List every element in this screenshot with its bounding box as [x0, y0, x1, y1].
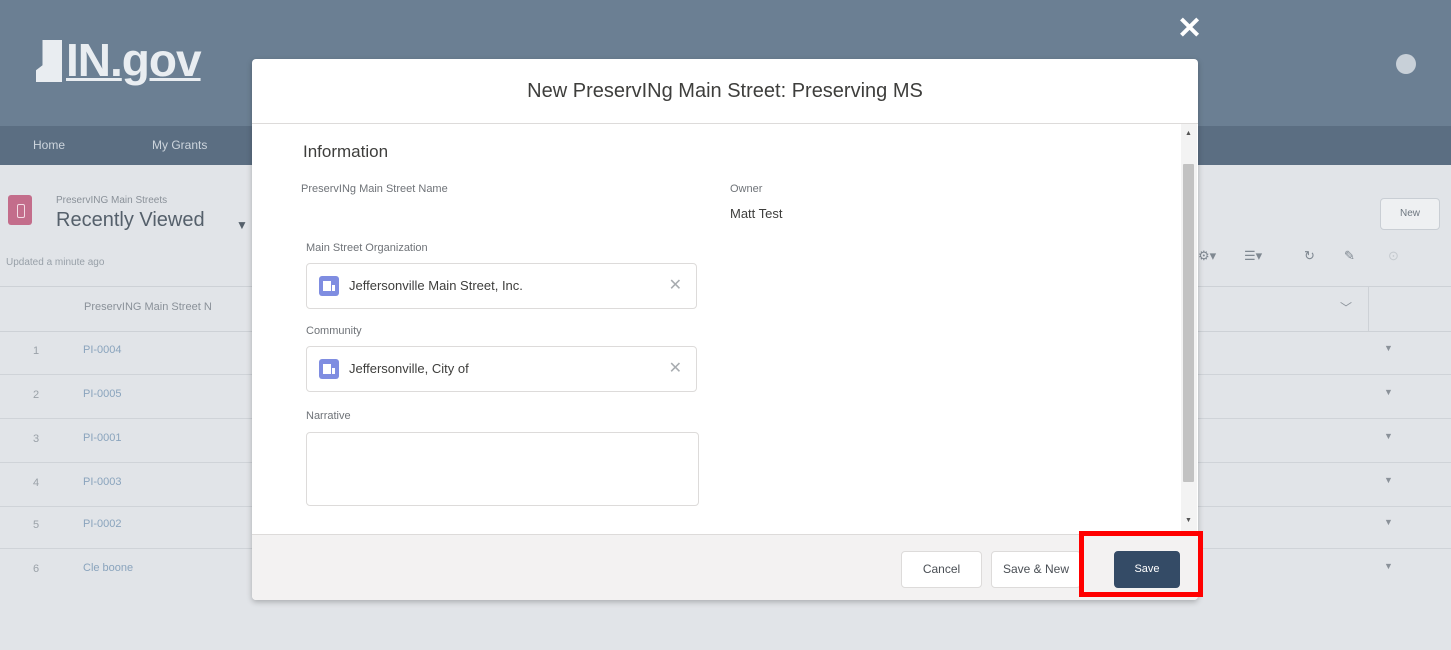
community-field-label: Community	[306, 325, 362, 337]
column-divider	[1368, 287, 1369, 331]
community-lookup[interactable]: Jeffersonville, City of ✕	[306, 346, 697, 392]
account-icon	[319, 276, 339, 296]
highlight-box	[1079, 531, 1203, 597]
row-action-icon[interactable]: ▼	[1384, 561, 1393, 571]
row-action-icon[interactable]: ▼	[1384, 475, 1393, 485]
modal-header: New PreservINg Main Street: Preserving M…	[252, 59, 1198, 124]
record-link[interactable]: PI-0003	[83, 476, 122, 488]
edit-icon[interactable]: ✎	[1344, 243, 1355, 269]
nav-item-my-grants[interactable]: My Grants	[152, 138, 207, 152]
account-icon	[319, 359, 339, 379]
clear-selection-icon[interactable]: ✕	[669, 358, 682, 378]
column-header-name[interactable]: PreservING Main Street N	[84, 301, 254, 313]
row-number: 2	[32, 389, 40, 401]
narrative-textarea[interactable]	[306, 432, 699, 506]
modal-title: New PreservINg Main Street: Preserving M…	[527, 79, 923, 102]
row-action-icon[interactable]: ▼	[1384, 431, 1393, 441]
scroll-down-icon[interactable]: ▼	[1185, 517, 1192, 524]
display-as-icon[interactable]: ☰▾	[1244, 243, 1262, 269]
row-number: 1	[32, 345, 40, 357]
avatar[interactable]	[1396, 54, 1416, 74]
new-record-modal: New PreservINg Main Street: Preserving M…	[252, 59, 1198, 600]
organization-value: Jeffersonville Main Street, Inc.	[349, 278, 523, 293]
row-action-icon[interactable]: ▼	[1384, 517, 1393, 527]
cancel-button[interactable]: Cancel	[901, 551, 982, 588]
modal-footer: Cancel Save & New Save	[252, 534, 1198, 600]
scrollbar-thumb[interactable]	[1183, 164, 1194, 482]
object-label: PreservING Main Streets	[56, 195, 168, 206]
row-number: 6	[32, 563, 40, 575]
nav-item-home[interactable]: Home	[33, 138, 65, 152]
save-and-new-button[interactable]: Save & New	[991, 551, 1081, 588]
refresh-icon[interactable]: ↻	[1304, 243, 1315, 269]
chevron-down-icon[interactable]: ﹀	[1340, 299, 1352, 316]
organization-lookup[interactable]: Jeffersonville Main Street, Inc. ✕	[306, 263, 697, 309]
logo-suffix: gov	[121, 34, 202, 86]
owner-value: Matt Test	[730, 206, 783, 221]
record-link[interactable]: PI-0004	[83, 344, 122, 356]
row-number: 5	[32, 519, 40, 531]
scroll-up-icon[interactable]: ▲	[1185, 130, 1192, 137]
section-title[interactable]: Information	[303, 142, 388, 162]
indiana-state-icon	[36, 40, 62, 82]
logo-prefix: IN.	[66, 34, 123, 86]
list-view-title[interactable]: Recently Viewed	[56, 209, 205, 232]
row-number: 3	[32, 433, 40, 445]
record-link[interactable]: PI-0002	[83, 518, 122, 530]
updated-text: Updated a minute ago	[6, 257, 105, 268]
record-link[interactable]: Cle boone	[83, 562, 133, 574]
row-action-icon[interactable]: ▼	[1384, 343, 1393, 353]
filter-icon[interactable]: ⊙	[1388, 243, 1399, 269]
chevron-down-icon[interactable]: ▼	[236, 218, 248, 232]
organization-field-label: Main Street Organization	[306, 242, 428, 254]
close-icon[interactable]: ✕	[1177, 14, 1202, 44]
owner-field-label: Owner	[730, 183, 763, 195]
object-icon	[8, 195, 32, 225]
scrollbar[interactable]: ▲ ▼	[1181, 124, 1197, 534]
narrative-field-label: Narrative	[306, 410, 351, 422]
in-gov-logo[interactable]: IN.gov	[36, 37, 202, 83]
community-value: Jeffersonville, City of	[349, 361, 469, 376]
row-number: 4	[32, 477, 40, 489]
name-field-label: PreservINg Main Street Name	[301, 183, 448, 195]
settings-icon[interactable]: ⚙▾	[1198, 243, 1216, 269]
new-button[interactable]: New	[1380, 198, 1440, 230]
clear-selection-icon[interactable]: ✕	[669, 275, 682, 295]
record-link[interactable]: PI-0005	[83, 388, 122, 400]
record-link[interactable]: PI-0001	[83, 432, 122, 444]
row-action-icon[interactable]: ▼	[1384, 387, 1393, 397]
